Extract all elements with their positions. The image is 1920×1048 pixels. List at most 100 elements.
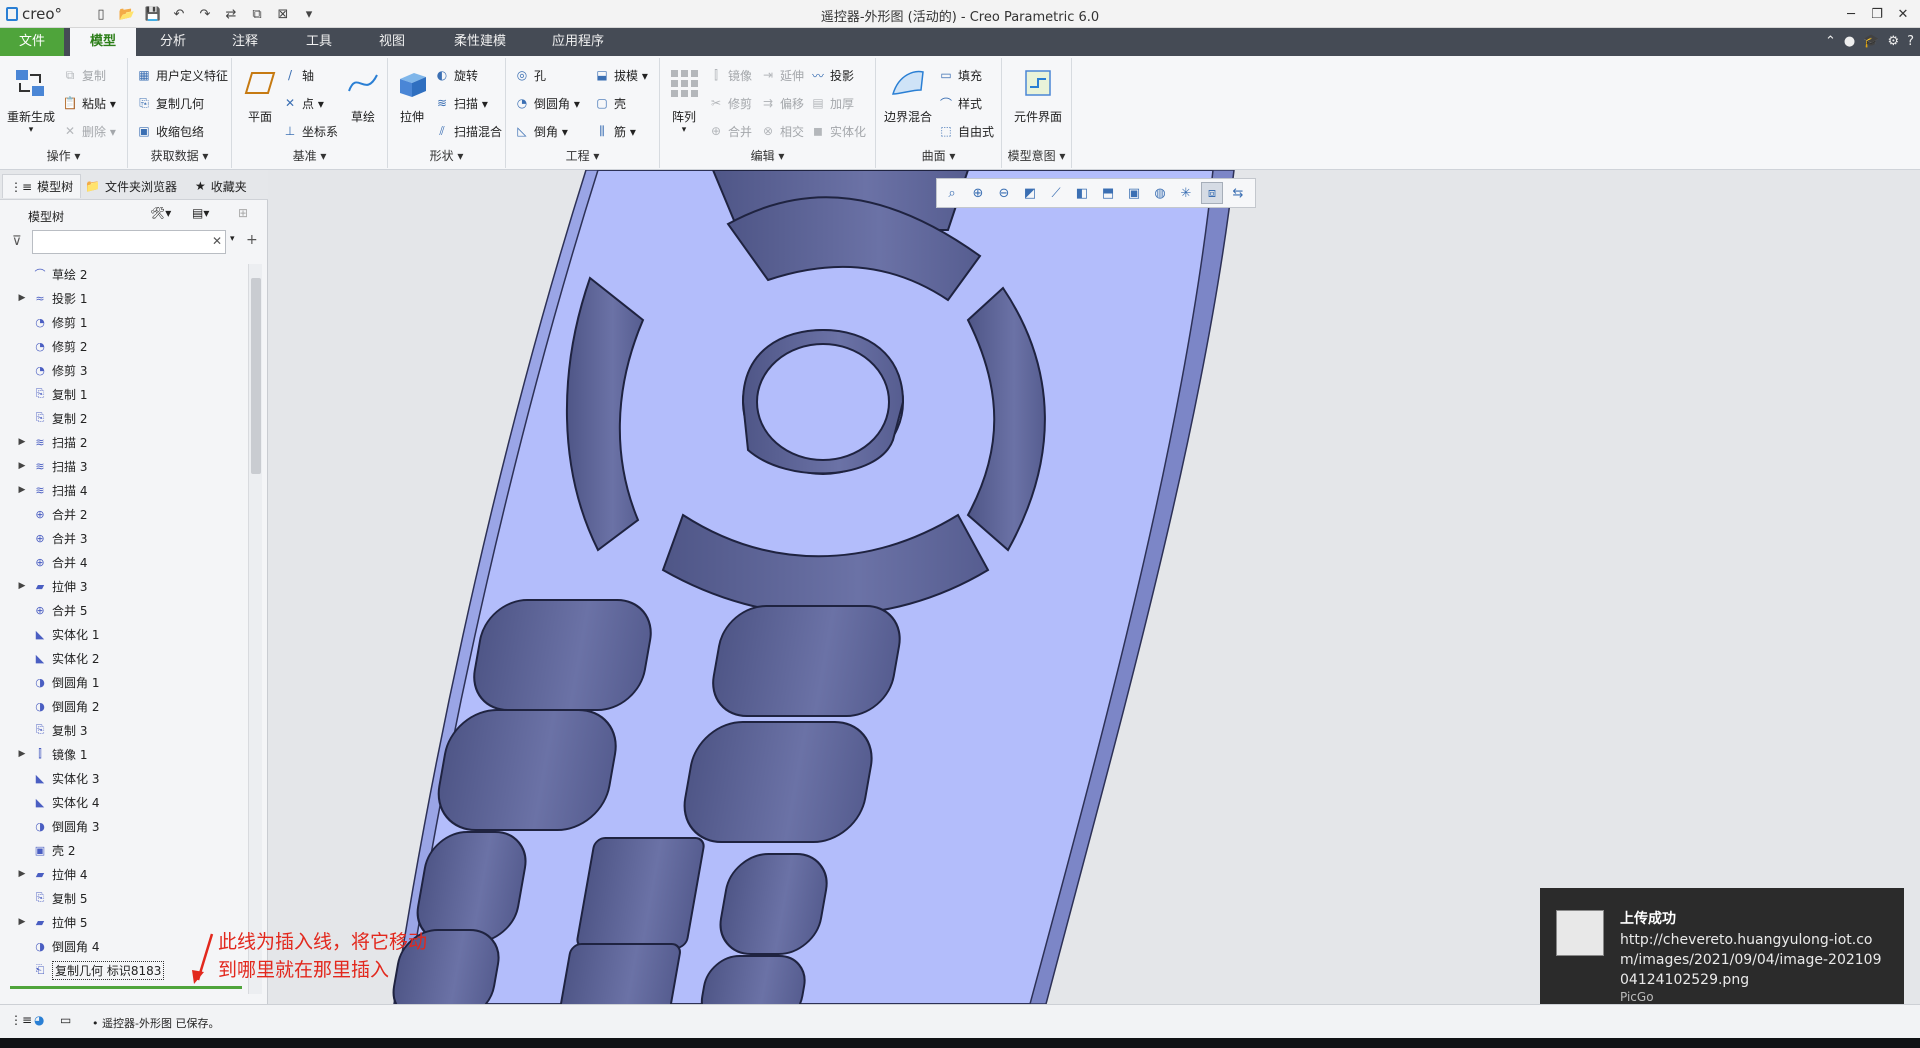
group-label-shapes[interactable]: 形状 ▾ — [388, 147, 505, 164]
draft-button[interactable]: ⬓ 拔模 ▾ — [594, 64, 648, 86]
project-button[interactable]: 〰投影 — [810, 64, 854, 86]
shrinkwrap-button[interactable]: ▣ 收缩包络 — [136, 120, 204, 142]
tree-filter-icon[interactable]: ⊞ — [238, 206, 248, 220]
tree-node[interactable]: ⎘ 复制 3 — [0, 720, 248, 740]
sweep-button[interactable]: ≋ 扫描 ▾ — [434, 92, 488, 114]
expand-arrow-icon[interactable]: ▶ — [14, 917, 30, 927]
expand-arrow-icon[interactable]: ▶ — [14, 749, 30, 759]
datum-display-icon[interactable]: ✳ — [1175, 182, 1197, 204]
tab-folder-browser[interactable]: 📁 文件夹浏览器 — [78, 174, 184, 198]
shell-button[interactable]: ▢ 壳 — [594, 92, 626, 114]
tree-node[interactable]: ◑ 倒圆角 1 — [0, 672, 248, 692]
appearance-icon[interactable]: ◍ — [1149, 182, 1171, 204]
search-dropdown-icon[interactable]: ▾ — [230, 234, 235, 244]
tab-tools[interactable]: 工具 — [292, 28, 346, 56]
tree-node[interactable]: ▣ 壳 2 — [0, 840, 248, 860]
add-icon[interactable]: + — [246, 232, 258, 248]
tree-node[interactable]: ⊕ 合并 5 — [0, 600, 248, 620]
chamfer-button[interactable]: ◺ 倒角 ▾ — [514, 120, 567, 142]
paste-button[interactable]: 📋 粘贴 ▾ — [62, 92, 116, 114]
graphics-window[interactable]: ⌕ ⊕ ⊖ ◩ ⟋ ◧ ⬒ ▣ ◍ ✳ ⧈ ⇆ — [268, 170, 1920, 1004]
tree-node[interactable]: ◣ 实体化 1 — [0, 624, 248, 644]
tree-node[interactable]: ⊕ 合并 4 — [0, 552, 248, 572]
saved-orientations-icon[interactable]: ⬒ — [1097, 182, 1119, 204]
tab-model[interactable]: 模型 — [70, 28, 136, 56]
tab-flexible-modeling[interactable]: 柔性建模 — [440, 28, 520, 56]
tree-settings-icon[interactable]: 🛠▾ — [150, 206, 171, 220]
group-label-engineering[interactable]: 工程 ▾ — [506, 147, 659, 164]
boundary-blend-button[interactable]: 边界混合 — [880, 64, 936, 125]
minimize-icon[interactable]: ─ — [1838, 2, 1864, 26]
tree-node[interactable]: ◔ 修剪 2 — [0, 336, 248, 356]
group-label-operations[interactable]: 操作 ▾ — [0, 147, 127, 164]
collapse-ribbon-icon[interactable]: ⌃ — [1825, 34, 1836, 49]
group-label-datum[interactable]: 基准 ▾ — [232, 147, 387, 164]
expand-arrow-icon[interactable]: ▶ — [14, 869, 30, 879]
style-button[interactable]: ⌒ 样式 — [938, 92, 982, 114]
pattern-button[interactable]: 阵列 ▾ — [664, 64, 704, 135]
tree-node[interactable]: ⎘ 复制 5 — [0, 888, 248, 908]
swept-blend-button[interactable]: ⫽ 扫描混合 — [434, 120, 502, 142]
tab-annotate[interactable]: 注释 — [218, 28, 272, 56]
tab-model-tree[interactable]: ⋮≡ 模型树 — [2, 174, 82, 198]
rib-button[interactable]: ⫼ 筋 ▾ — [594, 120, 636, 142]
tree-node[interactable]: ⌒ 草绘 2 — [0, 264, 248, 284]
tab-favorites[interactable]: ★ 收藏夹 — [188, 174, 254, 198]
expand-arrow-icon[interactable]: ▶ — [14, 485, 30, 495]
sketch-button[interactable]: 草绘 — [344, 64, 382, 125]
tree-node[interactable]: ⊕ 合并 2 — [0, 504, 248, 524]
thicken-button[interactable]: ▤ 加厚 — [810, 92, 854, 114]
tree-node[interactable]: ⎘ 复制 1 — [0, 384, 248, 404]
browser-toggle-icon[interactable]: ◕ — [34, 1013, 44, 1027]
repaint-icon[interactable]: ◩ — [1019, 182, 1041, 204]
udf-button[interactable]: ▦ 用户定义特征 — [136, 64, 228, 86]
learning-icon[interactable]: 🎓 — [1863, 34, 1879, 49]
group-label-get-data[interactable]: 获取数据 ▾ — [128, 147, 231, 164]
tree-node[interactable]: ▶ ≈ 投影 1 — [0, 288, 248, 308]
notification-url[interactable]: http://chevereto.huangyulong-iot.com/ima… — [1620, 930, 1890, 990]
full-screen-icon[interactable]: ▭ — [60, 1013, 71, 1027]
expand-arrow-icon[interactable]: ▶ — [14, 461, 30, 471]
expand-arrow-icon[interactable]: ▶ — [14, 581, 30, 591]
annotation-display-icon[interactable]: ⧈ — [1201, 182, 1223, 204]
user-icon[interactable]: ● — [1844, 34, 1855, 49]
tree-node[interactable]: ▶ ≋ 扫描 2 — [0, 432, 248, 452]
perspective-icon[interactable]: ⟋ — [1045, 182, 1067, 204]
tree-node[interactable]: ▶ ▰ 拉伸 5 — [0, 912, 248, 932]
clear-search-icon[interactable]: ✕ — [212, 234, 222, 248]
tree-node[interactable]: ▶ ≋ 扫描 4 — [0, 480, 248, 500]
tree-node[interactable]: ⎘ 复制 2 — [0, 408, 248, 428]
tree-node[interactable]: ◔ 修剪 3 — [0, 360, 248, 380]
offset-button[interactable]: ⇉ 偏移 — [760, 92, 804, 114]
help-icon[interactable]: ? — [1907, 34, 1914, 49]
tree-node[interactable]: ◣ 实体化 2 — [0, 648, 248, 668]
tab-analysis[interactable]: 分析 — [146, 28, 200, 56]
tab-applications[interactable]: 应用程序 — [538, 28, 618, 56]
expand-arrow-icon[interactable]: ▶ — [14, 293, 30, 303]
axis-button[interactable]: / 轴 — [282, 64, 314, 86]
solidify-button[interactable]: ◼ 实体化 — [810, 120, 866, 142]
revolve-button[interactable]: ◐ 旋转 — [434, 64, 478, 86]
intersect-button[interactable]: ⊗ 相交 — [760, 120, 804, 142]
regenerate-button[interactable]: 重新生成 ▾ — [4, 64, 58, 135]
trim-button[interactable]: ✂ 修剪 — [708, 92, 752, 114]
tree-toggle-icon[interactable]: ⋮≡ — [10, 1013, 32, 1027]
tree-node[interactable]: ◣ 实体化 4 — [0, 792, 248, 812]
settings-icon[interactable]: ⚙ — [1887, 34, 1899, 49]
tree-node[interactable]: ◣ 实体化 3 — [0, 768, 248, 788]
tab-file[interactable]: 文件 — [0, 28, 64, 56]
extend-button[interactable]: ⇥ 延伸 — [760, 64, 804, 86]
delete-button[interactable]: ✕ 删除 ▾ — [62, 120, 116, 142]
group-label-model-intent[interactable]: 模型意图 ▾ — [1002, 147, 1071, 164]
extrude-button[interactable]: 拉伸 — [394, 64, 430, 125]
copy-geometry-button[interactable]: ⎘ 复制几何 — [136, 92, 204, 114]
tree-node[interactable]: ▶ ≋ 扫描 3 — [0, 456, 248, 476]
round-button[interactable]: ◔ 倒圆角 ▾ — [514, 92, 580, 114]
tree-node[interactable]: ◔ 修剪 1 — [0, 312, 248, 332]
tree-node[interactable]: ▶ ▰ 拉伸 3 — [0, 576, 248, 596]
spin-center-icon[interactable]: ⇆ — [1227, 182, 1249, 204]
mirror-button[interactable]: ⫿ 镜像 — [708, 64, 752, 86]
tree-scrollbar[interactable] — [248, 264, 262, 994]
display-style-icon[interactable]: ◧ — [1071, 182, 1093, 204]
close-icon[interactable]: ✕ — [1890, 2, 1916, 26]
